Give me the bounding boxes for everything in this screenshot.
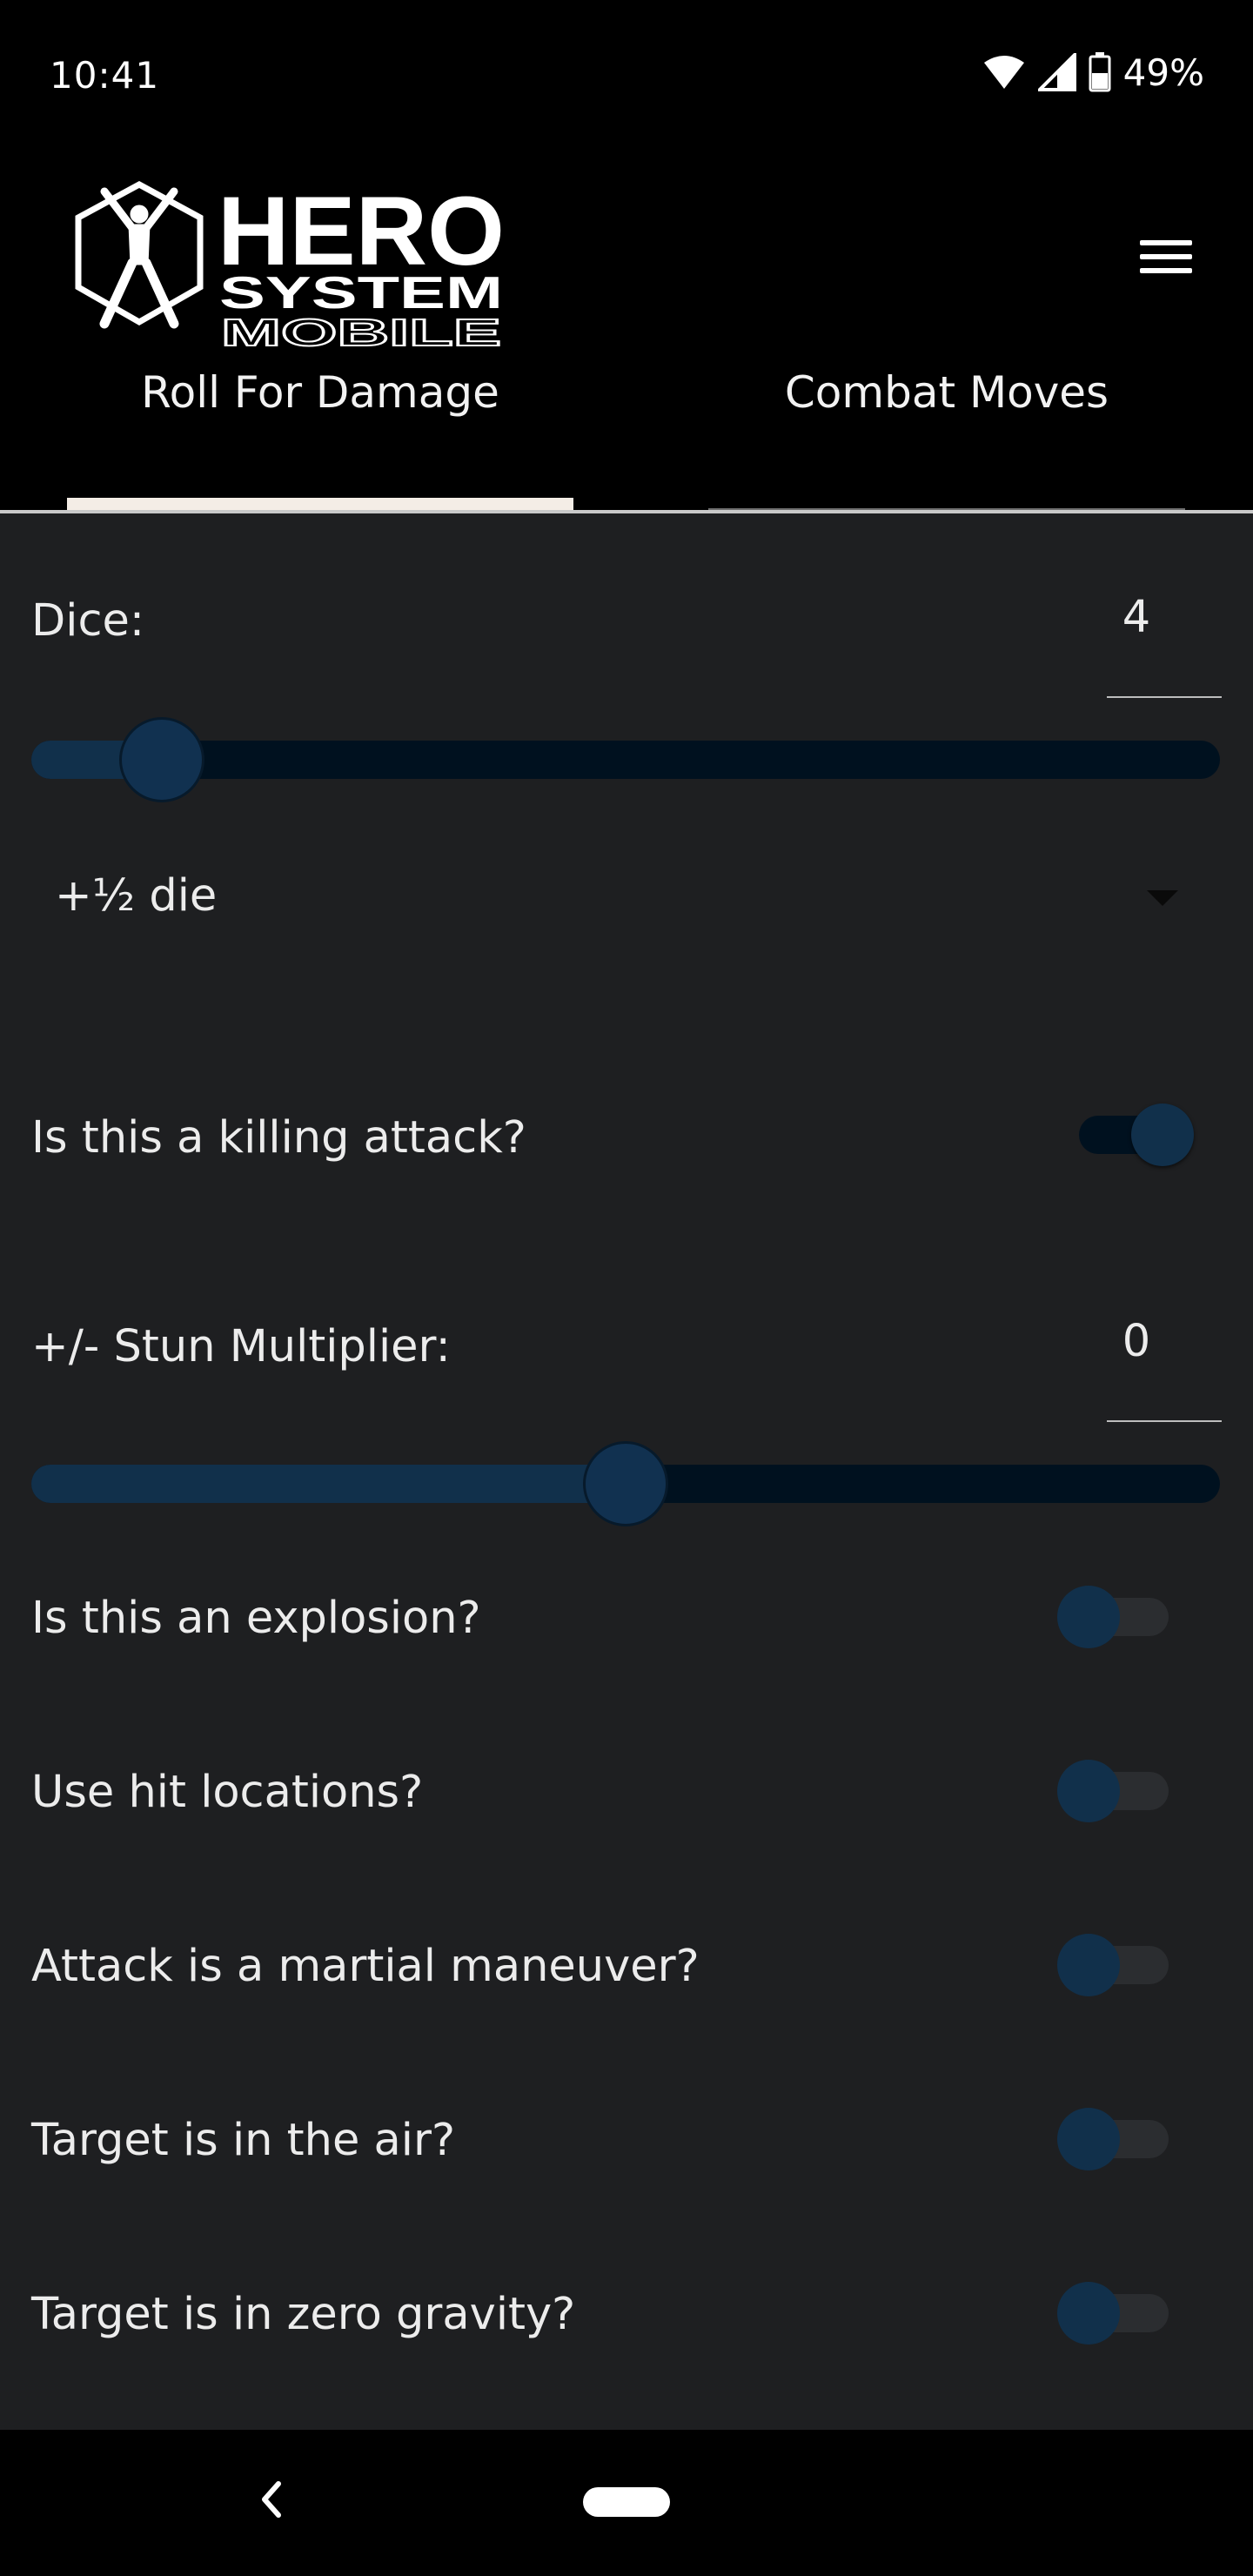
status-bar: 10:41 49% [0, 0, 1253, 148]
explosion-label: Is this an explosion? [31, 1593, 481, 1644]
toggle-knob [1057, 1586, 1120, 1648]
half-die-selected: +½ die [55, 870, 218, 922]
battery-icon [1089, 52, 1111, 92]
dice-label: Dice: [31, 595, 145, 647]
status-time: 10:41 [50, 54, 160, 97]
dice-slider-track [31, 741, 1220, 779]
in-air-label: Target is in the air? [31, 2115, 456, 2166]
tab-roll-for-damage[interactable]: Roll For Damage [67, 367, 573, 513]
explosion-toggle[interactable] [1057, 1586, 1176, 1648]
back-icon[interactable] [252, 2473, 287, 2526]
hero-system-logo: HERO SYSTEM MOBILE [75, 177, 505, 355]
stun-multiplier-label: +/- Stun Multiplier: [31, 1321, 451, 1372]
app-header: HERO SYSTEM MOBILE Roll For Damage Comba… [0, 148, 1253, 513]
martial-maneuver-label: Attack is a martial maneuver? [31, 1941, 700, 1992]
hit-locations-toggle[interactable] [1057, 1760, 1176, 1822]
battery-percentage: 49% [1122, 50, 1204, 94]
wifi-icon [983, 56, 1024, 89]
zero-gravity-label: Target is in zero gravity? [31, 2289, 576, 2340]
stun-multiplier-slider[interactable] [31, 1441, 1220, 1526]
toggle-knob [1057, 1760, 1120, 1822]
dice-slider-thumb[interactable] [119, 717, 205, 802]
system-nav-bar [0, 2430, 1253, 2576]
cell-signal-icon [1037, 53, 1076, 91]
half-die-dropdown[interactable]: +½ die [31, 853, 1220, 945]
toggle-knob [1057, 1934, 1120, 1996]
dropdown-arrow-icon [1147, 890, 1178, 906]
tab-combat-moves[interactable]: Combat Moves [708, 367, 1185, 513]
dice-value-input[interactable]: 4 [1079, 592, 1194, 643]
zero-gravity-toggle[interactable] [1057, 2282, 1176, 2345]
killing-attack-label: Is this a killing attack? [31, 1112, 526, 1164]
martial-maneuver-toggle[interactable] [1057, 1934, 1176, 1996]
toggle-knob [1057, 2282, 1120, 2345]
header-divider [0, 510, 1253, 513]
hero-figure-icon [99, 187, 179, 329]
menu-button[interactable] [1131, 226, 1201, 287]
stun-slider-thumb[interactable] [583, 1441, 668, 1526]
toggle-knob [1131, 1104, 1194, 1166]
logo-mobile-text: MOBILE [221, 312, 501, 354]
status-icons: 49% [982, 50, 1204, 94]
stun-multiplier-value-underline [1107, 1420, 1222, 1422]
active-tab-indicator [67, 498, 573, 510]
dice-value-underline [1107, 696, 1222, 698]
hit-locations-label: Use hit locations? [31, 1767, 424, 1818]
in-air-toggle[interactable] [1057, 2108, 1176, 2170]
stun-slider-fill [31, 1465, 626, 1503]
tab-roll-for-damage-label: Roll For Damage [141, 367, 499, 418]
tab-combat-moves-label: Combat Moves [784, 367, 1109, 418]
toggle-knob [1057, 2108, 1120, 2170]
killing-attack-toggle[interactable] [1079, 1104, 1197, 1166]
stun-multiplier-value-input[interactable]: 0 [1079, 1316, 1194, 1367]
dice-slider[interactable] [31, 717, 1220, 802]
home-pill-button[interactable] [583, 2487, 670, 2517]
